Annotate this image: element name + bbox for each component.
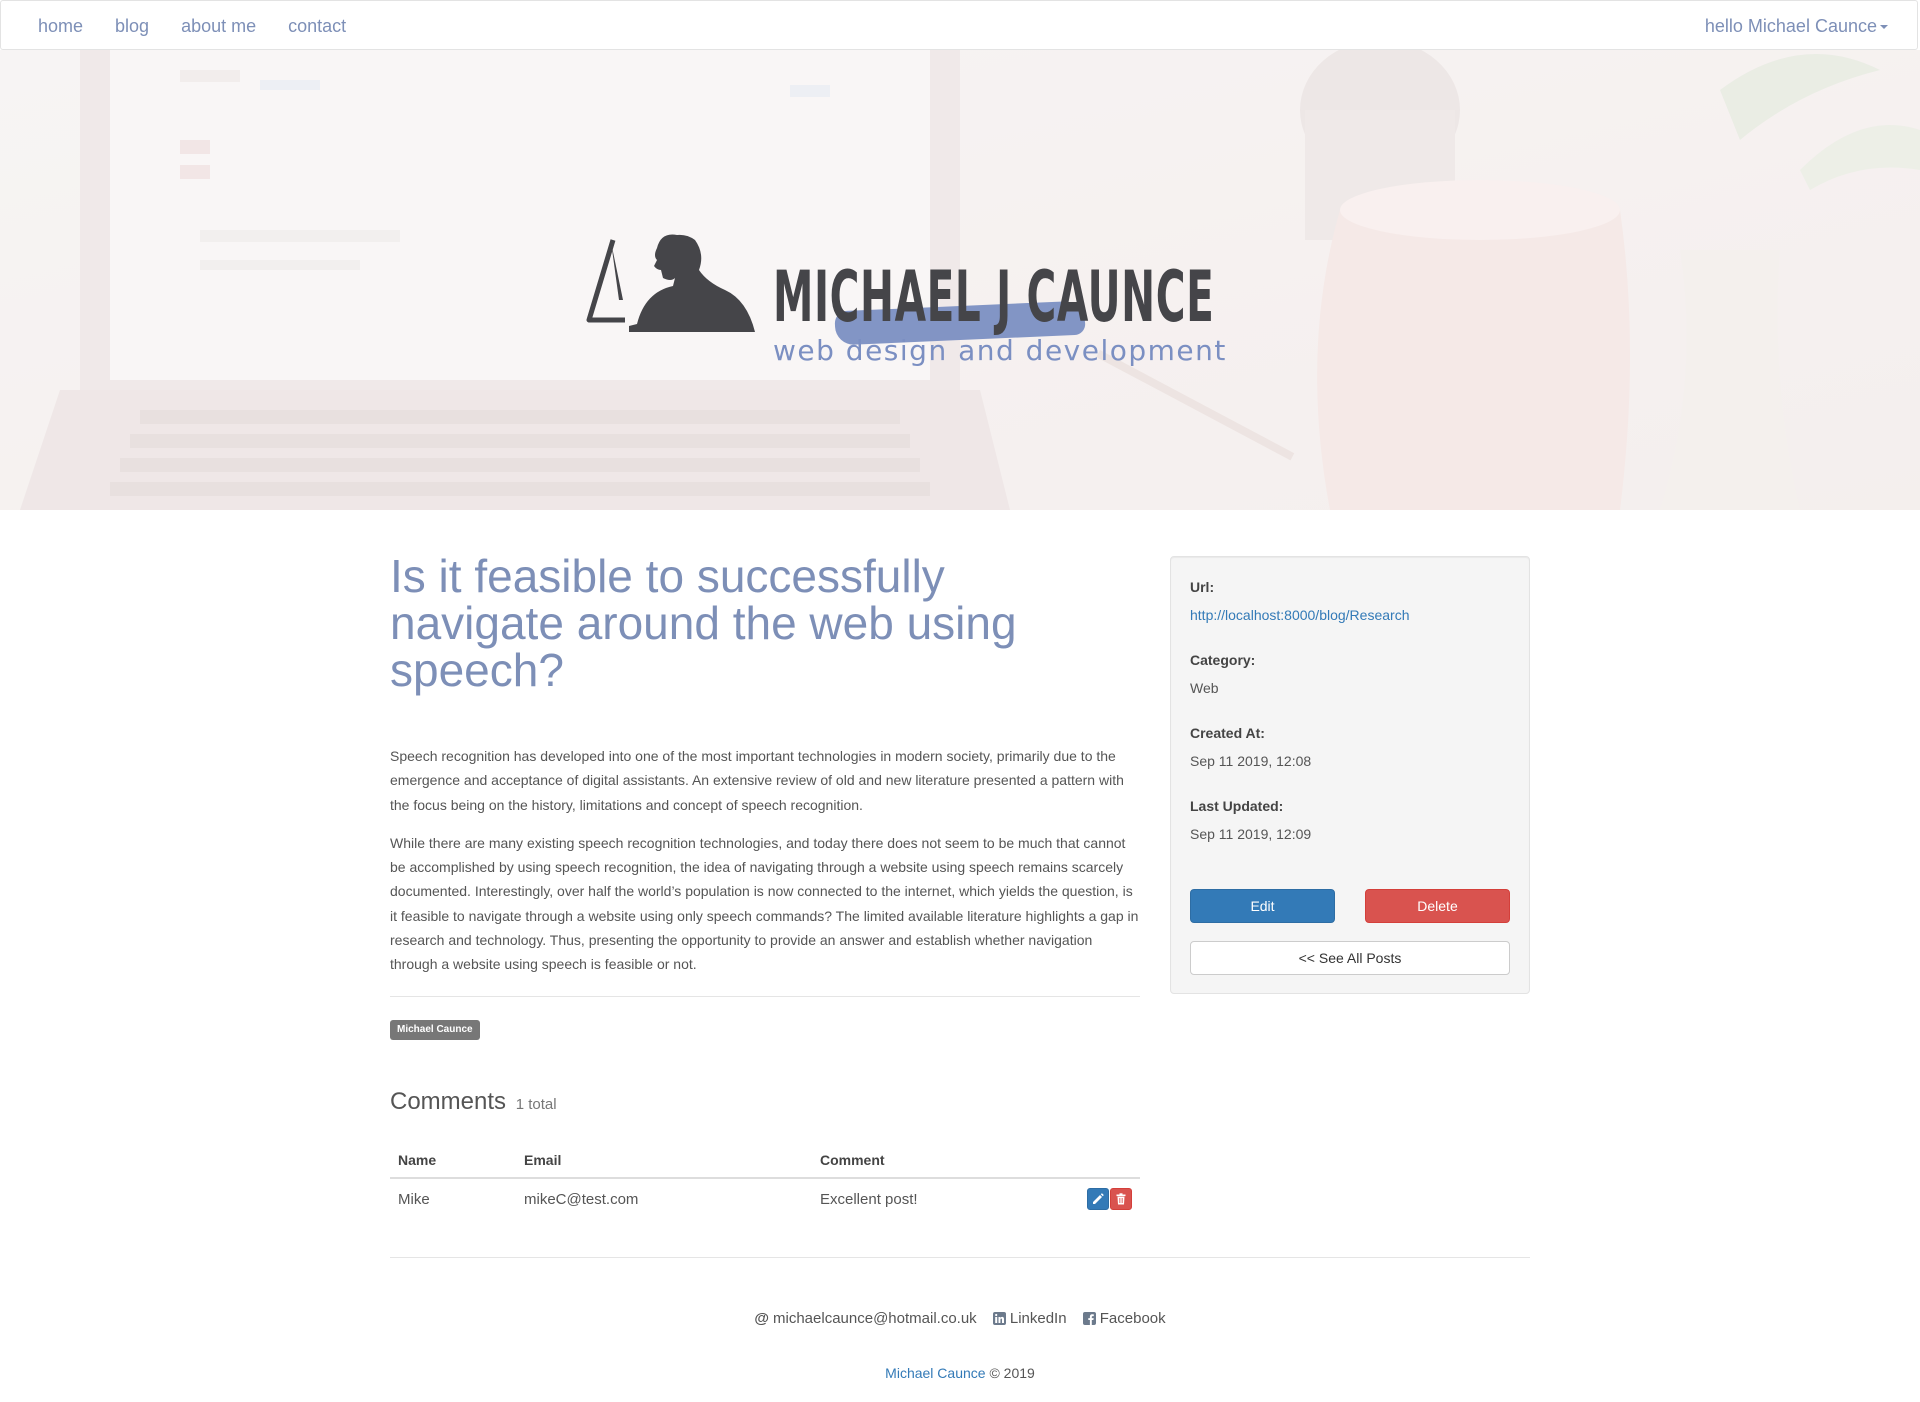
developer-silhouette-icon bbox=[586, 234, 755, 332]
nav-link-contact[interactable]: contact bbox=[280, 1, 354, 51]
footer-links: @ michaelcaunce@hotmail.co.uk LinkedIn Fa… bbox=[0, 1310, 1920, 1327]
comments-table: Name Email Comment Mike mikeC@test.com E… bbox=[390, 1143, 1140, 1218]
post-url-link[interactable]: http://localhost:8000/blog/Research bbox=[1190, 607, 1409, 623]
facebook-icon bbox=[1082, 1312, 1096, 1325]
linkedin-icon bbox=[992, 1312, 1006, 1325]
footer-facebook: Facebook bbox=[1099, 1310, 1166, 1327]
delete-comment-button[interactable] bbox=[1110, 1188, 1132, 1210]
detail-label: Url: bbox=[1190, 579, 1215, 595]
copyright: Michael Caunce © 2019 bbox=[0, 1365, 1920, 1381]
footer-email: michaelcaunce@hotmail.co.uk bbox=[773, 1310, 977, 1327]
trash-icon bbox=[1116, 1193, 1126, 1205]
column-header-name: Name bbox=[390, 1143, 516, 1179]
nav-link-about[interactable]: about me bbox=[173, 1, 264, 51]
detail-url: Url: http://localhost:8000/blog/Research bbox=[1190, 579, 1409, 623]
author-tag: Michael Caunce bbox=[390, 1020, 480, 1040]
detail-label: Category: bbox=[1190, 652, 1256, 668]
comments-title: Comments bbox=[390, 1088, 507, 1115]
nav-link-blog[interactable]: blog bbox=[107, 1, 157, 51]
detail-value: Sep 11 2019, 12:08 bbox=[1190, 753, 1312, 769]
post-details-panel: Url: http://localhost:8000/blog/Research… bbox=[1170, 556, 1530, 994]
pencil-icon bbox=[1093, 1193, 1104, 1204]
at-sign-icon: @ bbox=[754, 1310, 770, 1327]
comment-text: Excellent post! bbox=[820, 1190, 918, 1208]
copyright-name-link[interactable]: Michael Caunce bbox=[885, 1365, 985, 1381]
column-header-email: Email bbox=[516, 1143, 812, 1179]
see-all-posts-button[interactable]: << See All Posts bbox=[1190, 941, 1510, 975]
detail-created-at: Created At: Sep 11 2019, 12:08 bbox=[1190, 725, 1311, 769]
comment-email: mikeC@test.com bbox=[524, 1190, 639, 1208]
post-paragraph: Speech recognition has developed into on… bbox=[390, 748, 1124, 813]
detail-value: http://localhost:8000/blog/Research bbox=[1190, 607, 1409, 623]
detail-label: Last Updated: bbox=[1190, 798, 1284, 814]
navbar: home blog about me contact hello Michael… bbox=[0, 0, 1918, 50]
detail-value: Sep 11 2019, 12:09 bbox=[1190, 826, 1312, 842]
table-row: Mike mikeC@test.com Excellent post! bbox=[390, 1178, 1140, 1218]
comments-heading: Comments 1 total bbox=[390, 1088, 557, 1116]
post-body: Speech recognition has developed into on… bbox=[390, 744, 1142, 991]
logo-subtitle: web design and development bbox=[773, 334, 1227, 367]
divider bbox=[390, 996, 1140, 997]
edit-comment-button[interactable] bbox=[1087, 1188, 1109, 1210]
detail-last-updated: Last Updated: Sep 11 2019, 12:09 bbox=[1190, 798, 1311, 842]
copyright-year: © 2019 bbox=[989, 1365, 1035, 1381]
footer-facebook-link[interactable]: Facebook bbox=[1082, 1310, 1166, 1327]
column-header-actions bbox=[1070, 1143, 1140, 1179]
column-header-comment: Comment bbox=[812, 1143, 1070, 1179]
table-header-row: Name Email Comment bbox=[390, 1143, 1140, 1179]
logo-title: MICHAEL J CAUNCE bbox=[773, 256, 1215, 338]
comment-name: Mike bbox=[398, 1190, 430, 1208]
post-paragraph: While there are many existing speech rec… bbox=[390, 834, 1139, 973]
footer-linkedin-link[interactable]: LinkedIn bbox=[992, 1310, 1067, 1327]
footer-linkedin: LinkedIn bbox=[1009, 1310, 1067, 1327]
hero-banner: MICHAEL J CAUNCE web design and developm… bbox=[0, 50, 1920, 510]
detail-value: Web bbox=[1190, 680, 1219, 696]
user-greeting: hello Michael Caunce bbox=[1704, 16, 1877, 36]
comments-count: 1 total bbox=[515, 1096, 557, 1113]
footer-email-link[interactable]: @ michaelcaunce@hotmail.co.uk bbox=[754, 1310, 976, 1327]
site-logo: MICHAEL J CAUNCE web design and developm… bbox=[585, 220, 1285, 370]
detail-category: Category: Web bbox=[1190, 652, 1255, 696]
post-title: Is it feasible to successfully navigate … bbox=[390, 550, 1017, 696]
nav-link-home[interactable]: home bbox=[30, 1, 91, 51]
user-menu-dropdown[interactable]: hello Michael Caunce bbox=[1705, 1, 1888, 51]
nav-links: home blog about me contact bbox=[30, 1, 370, 51]
delete-post-button[interactable]: Delete bbox=[1365, 889, 1510, 923]
footer-divider bbox=[390, 1257, 1530, 1258]
comment-actions bbox=[1070, 1178, 1140, 1218]
detail-label: Created At: bbox=[1190, 725, 1265, 741]
edit-post-button[interactable]: Edit bbox=[1190, 889, 1335, 923]
caret-down-icon bbox=[1880, 25, 1888, 30]
